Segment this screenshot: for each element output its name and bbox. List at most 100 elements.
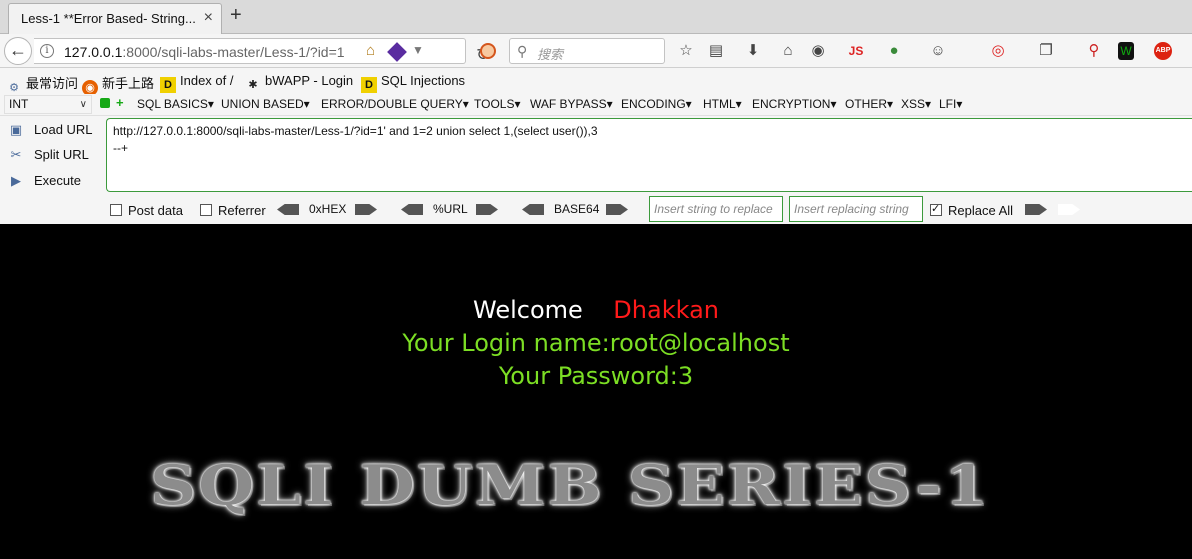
bookmark-label: 新手上路 — [102, 76, 155, 91]
palette-icon[interactable]: ☺ — [928, 42, 948, 60]
bee-icon: ✱ — [248, 79, 258, 91]
menu-encryption[interactable]: ENCRYPTION▾ — [752, 97, 836, 111]
url-decode-arrow-icon[interactable] — [401, 204, 423, 215]
hackbar-type-select[interactable]: INT ∨ — [4, 95, 92, 114]
proxy-icon[interactable]: ● — [884, 42, 904, 60]
menu-encoding[interactable]: ENCODING▾ — [621, 97, 692, 111]
menu-error-double-query[interactable]: ERROR/DOUBLE QUERY▾ — [321, 97, 469, 111]
load-url-button[interactable]: ▣ Load URL — [8, 122, 93, 138]
base64-encode-arrow-icon[interactable] — [606, 204, 628, 215]
tab-strip: Less-1 **Error Based- String... × + — [0, 0, 1192, 34]
navigation-bar: ← i 127.0.0.1:8000/sqli-labs-master/Less… — [0, 34, 1192, 68]
hex-decode-arrow-icon[interactable] — [277, 204, 299, 215]
chevron-down-icon: ∨ — [79, 99, 87, 110]
search-placeholder: 搜索 — [537, 47, 564, 62]
bookmark-star-icon[interactable]: ☆ — [676, 42, 696, 60]
bookmark-label: SQL Injections — [381, 73, 466, 88]
hackbar-url-textarea[interactable]: http://127.0.0.1:8000/sqli-labs-master/L… — [106, 118, 1192, 192]
tabs-icon[interactable]: ❐ — [1036, 42, 1056, 60]
search-box[interactable]: ⚲ 搜索 — [509, 38, 665, 64]
url-encode-label: %URL — [433, 202, 468, 216]
welcome-line: Welcome Dhakkan — [0, 296, 1192, 324]
url-path: :8000/sqli-labs-master/Less-1/?id=1 — [122, 44, 345, 60]
base64-decode-arrow-icon[interactable] — [522, 204, 544, 215]
play-icon: ▶ — [11, 173, 21, 188]
menu-lfi[interactable]: LFI▾ — [939, 97, 962, 111]
bookmarks-bar: ⚙ 最常访问 ◉ 新手上路 D Index of / ✱ bWAPP - Login D… — [0, 68, 1192, 96]
chevron-down-icon[interactable]: ▼ — [412, 43, 424, 57]
home-icon[interactable]: ⌂ — [778, 42, 798, 60]
replace-all-label: Replace All — [948, 203, 1014, 218]
bookmark-most-visited[interactable]: ⚙ 最常访问 — [6, 73, 78, 96]
username-text: Dhakkan — [613, 296, 719, 324]
hackbar-menu: INT ∨ + SQL BASICS▾ UNION BASED▾ ERROR/D… — [0, 94, 1192, 116]
d-icon: D — [361, 77, 377, 93]
execute-label: Execute — [34, 173, 81, 188]
blocker-icon[interactable] — [480, 43, 496, 59]
globe-icon[interactable]: ◉ — [808, 42, 828, 60]
menu-other[interactable]: OTHER▾ — [845, 97, 893, 111]
reading-list-icon[interactable]: ▤ — [706, 42, 726, 60]
execute-button[interactable]: ▶ Execute — [8, 173, 81, 189]
welcome-text: Welcome — [473, 296, 583, 324]
post-data-label: Post data — [128, 203, 183, 218]
adblock-icon[interactable]: ABP — [1154, 42, 1172, 60]
back-button[interactable]: ← — [4, 37, 32, 65]
bookmark-label: 最常访问 — [26, 76, 79, 91]
post-data-checkbox[interactable]: Post data — [110, 203, 183, 218]
replace-right-arrow-icon[interactable] — [1058, 204, 1080, 215]
menu-waf-bypass[interactable]: WAF BYPASS▾ — [530, 97, 613, 111]
javascript-toggle-icon[interactable]: JS — [846, 42, 866, 60]
series-banner: SQLI DUMB SERIES-1 — [150, 454, 991, 518]
tab-active[interactable]: Less-1 **Error Based- String... × — [8, 3, 222, 34]
page-content: Welcome Dhakkan Your Login name:root@loc… — [0, 224, 1192, 559]
menu-xss[interactable]: XSS▾ — [901, 97, 931, 111]
bookmark-label: bWAPP - Login — [265, 73, 354, 88]
login-name-text: Your Login name:root@localhost — [402, 329, 790, 357]
replace-all-checkbox[interactable]: Replace All — [930, 202, 1014, 218]
password-text: Your Password:3 — [498, 362, 694, 390]
menu-sql-basics[interactable]: SQL BASICS▾ — [137, 97, 214, 111]
referrer-checkbox[interactable]: Referrer — [200, 203, 266, 218]
menu-html[interactable]: HTML▾ — [703, 97, 742, 111]
info-icon[interactable]: i — [40, 44, 54, 58]
search-ext-icon[interactable]: ⚲ — [1084, 42, 1104, 60]
url-encode-arrow-icon[interactable] — [476, 204, 498, 215]
site-home-icon[interactable]: ⌂ — [366, 42, 375, 59]
load-url-label: Load URL — [34, 122, 93, 137]
bookmark-sql-injections[interactable]: D SQL Injections — [361, 73, 465, 93]
split-url-button[interactable]: ✂ Split URL — [8, 147, 89, 163]
checkbox-checked[interactable] — [930, 202, 942, 216]
address-text: 127.0.0.1:8000/sqli-labs-master/Less-1/?… — [64, 44, 345, 60]
wappalyzer-icon[interactable] — [387, 42, 407, 62]
shield-icon[interactable]: W — [1118, 42, 1134, 60]
replacing-string-input[interactable]: Insert replacing string — [789, 196, 923, 222]
replace-string-input[interactable]: Insert string to replace — [649, 196, 783, 222]
replace-left-arrow-icon[interactable] — [1025, 204, 1047, 215]
bookmark-bwapp[interactable]: ✱ bWAPP - Login — [245, 73, 353, 93]
close-tab-icon[interactable]: × — [204, 9, 213, 27]
split-url-label: Split URL — [34, 147, 89, 162]
load-icon: ▣ — [9, 122, 23, 137]
download-icon[interactable]: ⬇ — [743, 42, 763, 60]
base64-label: BASE64 — [554, 202, 600, 216]
checkbox[interactable] — [200, 204, 212, 216]
select-value: INT — [9, 97, 29, 111]
plus-icon[interactable]: + — [116, 96, 124, 110]
bookmark-label: Index of / — [180, 73, 234, 88]
target-icon[interactable]: ◎ — [988, 42, 1008, 60]
new-tab-button[interactable]: + — [230, 5, 242, 25]
hex-label: 0xHEX — [309, 202, 347, 216]
url-host: 127.0.0.1 — [64, 44, 123, 60]
d-icon: D — [160, 77, 176, 93]
address-bar[interactable]: i 127.0.0.1:8000/sqli-labs-master/Less-1… — [34, 38, 490, 64]
bookmark-getting-started[interactable]: ◉ 新手上路 — [82, 73, 154, 96]
checkbox[interactable] — [110, 204, 122, 216]
hex-encode-arrow-icon[interactable] — [355, 204, 377, 215]
menu-union-based[interactable]: UNION BASED▾ — [221, 97, 310, 111]
minus-icon[interactable] — [100, 98, 110, 108]
menu-tools[interactable]: TOOLS▾ — [474, 97, 520, 111]
bookmark-index[interactable]: D Index of / — [160, 73, 233, 93]
search-icon: ⚲ — [517, 43, 528, 59]
hackbar-panel: ▣ Load URL ✂ Split URL ▶ Execute http://127… — [0, 116, 1192, 224]
